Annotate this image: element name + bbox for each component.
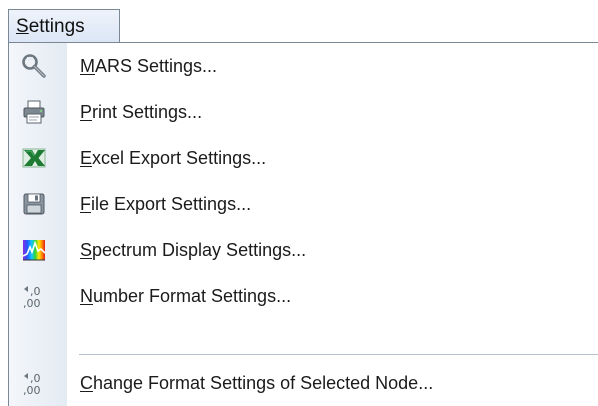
menu-item-file-export-settings[interactable]: File Export Settings... <box>9 181 598 227</box>
settings-menu-title[interactable]: Settings <box>8 9 120 43</box>
menu-item-label: Spectrum Display Settings... <box>80 240 307 260</box>
menu-title-mnemonic: S <box>16 16 29 37</box>
menu-bar: Settings <box>0 0 598 44</box>
wrench-icon <box>22 54 46 78</box>
menu-title-rest: ettings <box>28 16 85 37</box>
menu-item-spectrum-display-settings[interactable]: Spectrum Display Settings... <box>9 227 598 273</box>
settings-dropdown-menu: MARS Settings... Print Settings... Excel… <box>8 42 598 406</box>
menu-item-label: Print Settings... <box>80 102 203 122</box>
menu-item-label: MARS Settings... <box>80 56 218 76</box>
menu-item-mars-settings[interactable]: MARS Settings... <box>9 43 598 89</box>
floppy-disk-icon <box>23 193 45 215</box>
menu-item-label: Number Format Settings... <box>80 286 292 306</box>
svg-text:,00: ,00 <box>23 297 41 309</box>
menu-item-excel-export-settings[interactable]: Excel Export Settings... <box>9 135 598 181</box>
decimal-format-icon: ,0 ,00 <box>23 372 41 396</box>
menu-separator <box>79 354 598 355</box>
menu-item-label: Change Format Settings of Selected Node.… <box>80 373 434 393</box>
spectrum-icon <box>22 240 46 261</box>
menu-item-change-format-settings[interactable]: ,0 ,00 Change Format Settings of Selecte… <box>9 360 598 406</box>
decimal-format-icon: ,0 ,00 <box>23 285 41 309</box>
svg-text:,00: ,00 <box>23 384 41 396</box>
menu-item-label: Excel Export Settings... <box>80 148 267 168</box>
menu-item-label: File Export Settings... <box>80 194 252 214</box>
excel-icon <box>22 148 46 168</box>
menu-item-print-settings[interactable]: Print Settings... <box>9 89 598 135</box>
menu-item-number-format-settings[interactable]: ,0 ,00 Number Format Settings... <box>9 273 598 319</box>
printer-icon <box>23 100 45 124</box>
